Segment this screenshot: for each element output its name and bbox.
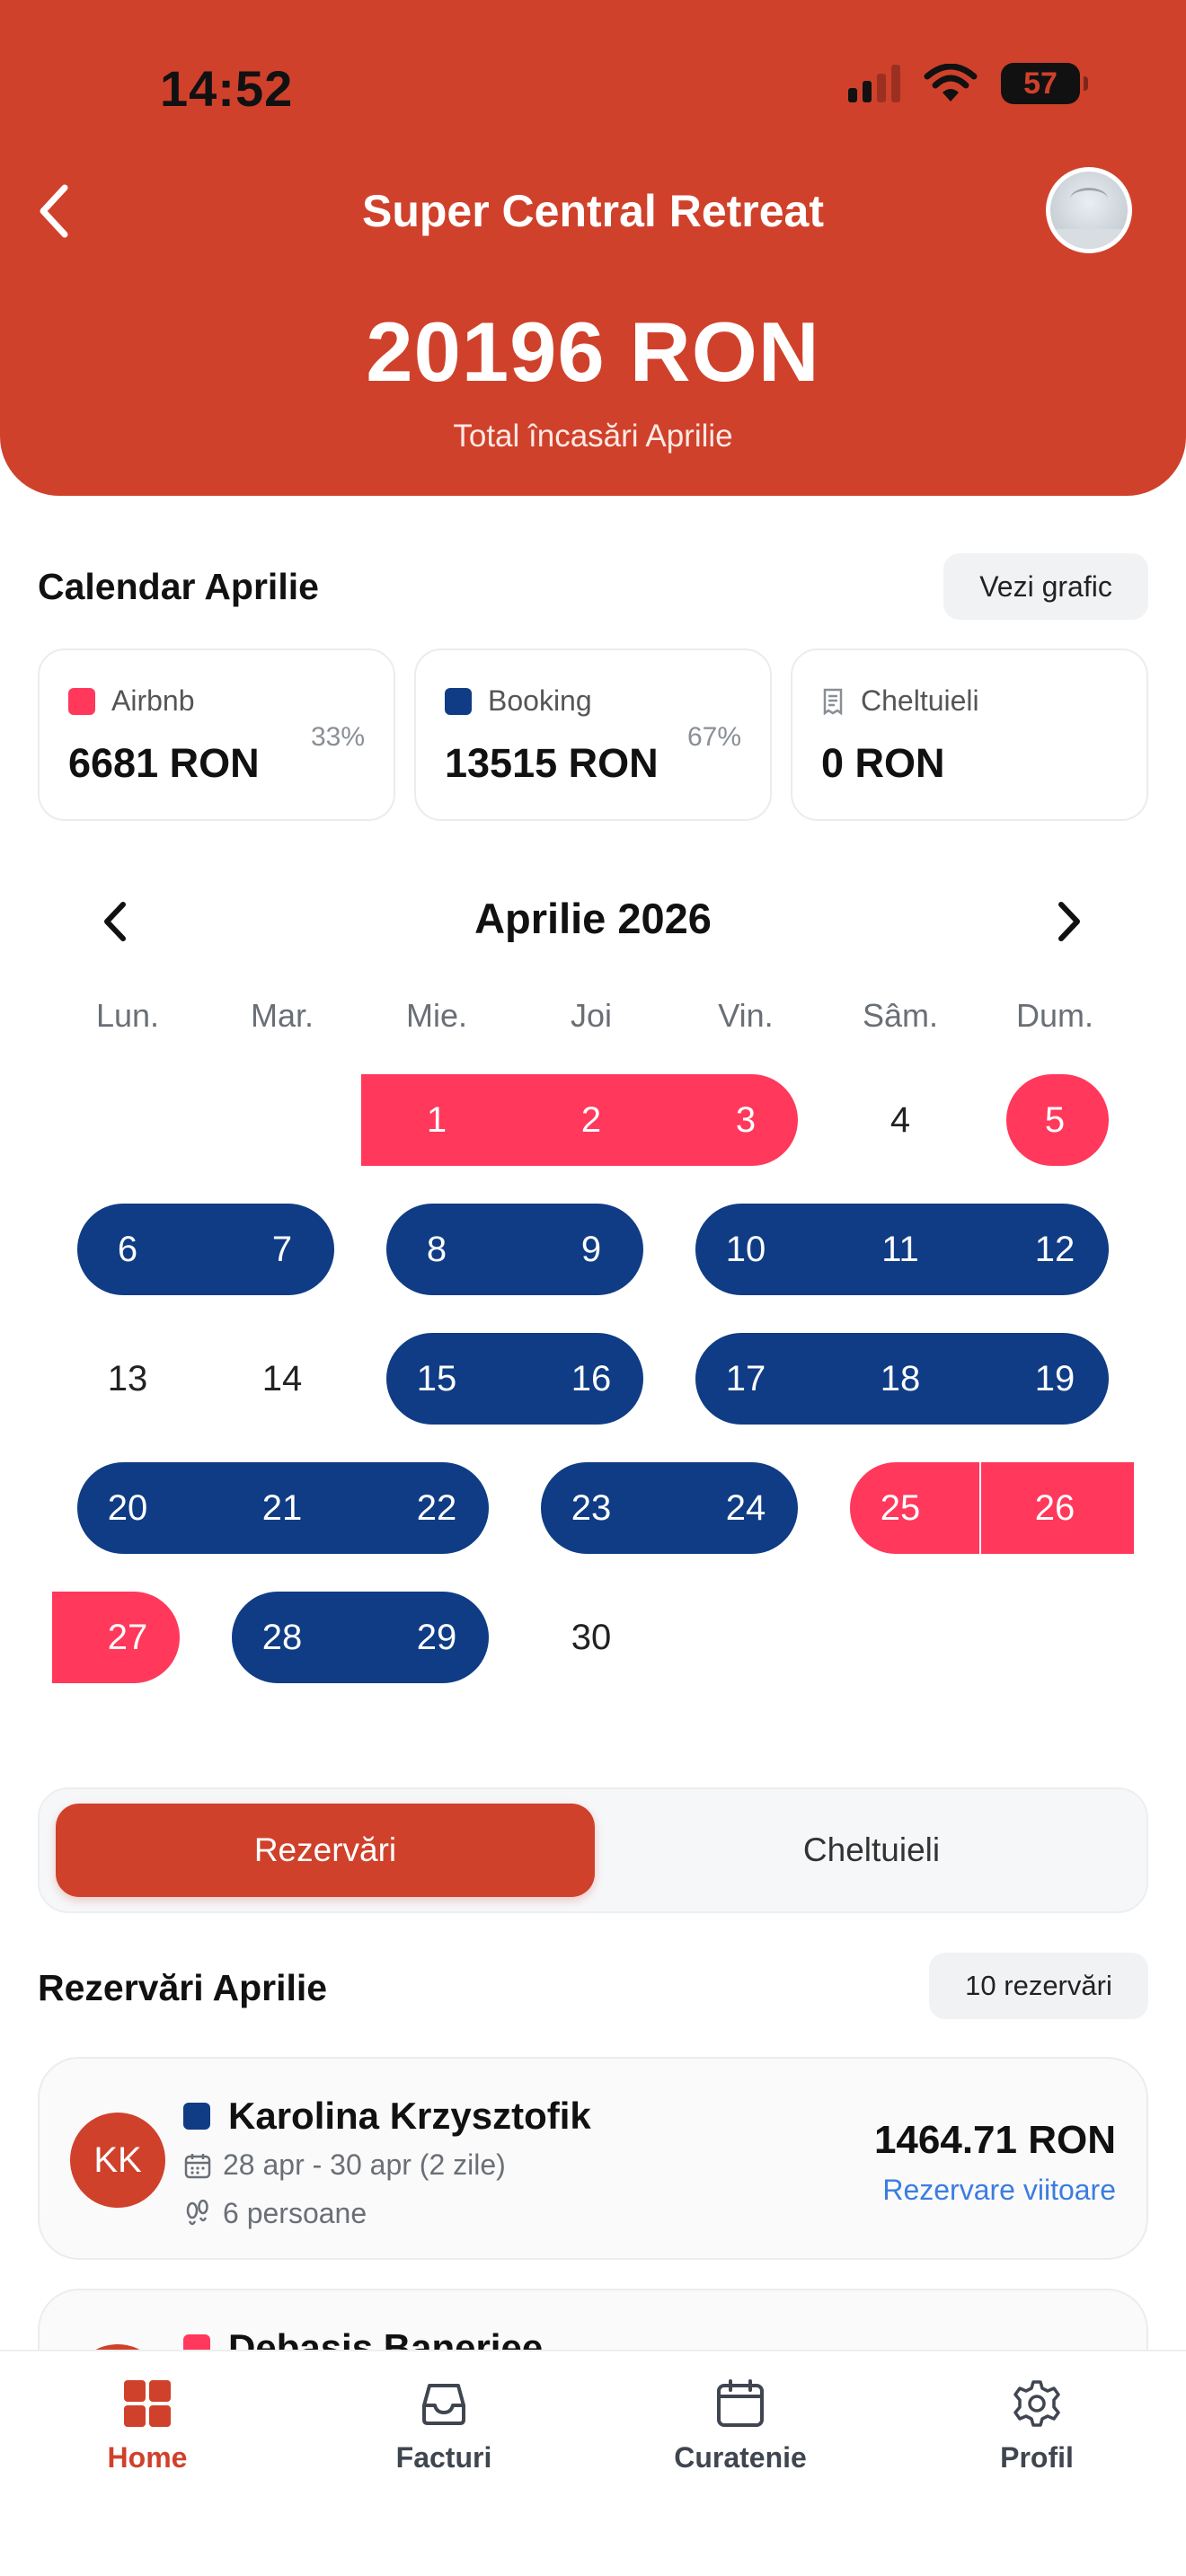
weekday-label: Vin.: [718, 997, 774, 1034]
nav-profile[interactable]: Profil: [947, 2378, 1127, 2475]
weekday-label: Sâm.: [862, 997, 939, 1034]
guest-count: 6 persoane: [223, 2197, 367, 2229]
status-time: 14:52: [160, 60, 294, 117]
bottom-navigation: Home Facturi Curatenie Profil: [0, 2350, 1186, 2576]
calendar-day[interactable]: 19: [978, 1333, 1132, 1425]
calendar-day[interactable]: 4: [823, 1074, 978, 1166]
calendar-day[interactable]: 8: [359, 1204, 514, 1295]
calendar-day[interactable]: 22: [359, 1462, 514, 1554]
calendar-day[interactable]: 17: [668, 1333, 823, 1425]
calendar-day[interactable]: 14: [205, 1333, 359, 1425]
stat-label: Cheltuieli: [861, 684, 979, 717]
reservation-dates: 28 apr - 30 apr (2 zile): [223, 2148, 506, 2181]
calendar-day[interactable]: 7: [205, 1204, 359, 1295]
calendar-day[interactable]: 6: [50, 1204, 205, 1295]
tab-reservations[interactable]: Rezervări: [56, 1804, 595, 1897]
stat-percent: 33%: [310, 722, 365, 752]
header: 14:52 57 Super Central Retreat 20196 RON…: [0, 0, 1186, 496]
calendar-day[interactable]: 28: [205, 1592, 359, 1683]
calendar-day[interactable]: 5: [978, 1074, 1132, 1166]
nav-home[interactable]: Home: [58, 2378, 237, 2475]
stat-percent: 67%: [686, 722, 741, 752]
nav-invoices[interactable]: Facturi: [354, 2378, 534, 2475]
stat-value: 13515 RON: [445, 740, 659, 786]
calendar-day[interactable]: 26: [978, 1462, 1132, 1554]
calendar-day[interactable]: 15: [359, 1333, 514, 1425]
segmented-control: Rezervări Cheltuieli: [38, 1787, 1148, 1913]
stat-card-airbnb[interactable]: Airbnb 6681 RON 33%: [38, 648, 395, 821]
nav-label: Facturi: [395, 2441, 492, 2474]
gear-icon: [1013, 2380, 1060, 2427]
stat-value: 0 RON: [821, 740, 945, 786]
calendar-month-title: Aprilie 2026: [474, 895, 712, 942]
tab-expenses[interactable]: Cheltuieli: [611, 1804, 1132, 1897]
cellular-signal-icon: [848, 65, 900, 102]
calendar-day[interactable]: 9: [514, 1204, 668, 1295]
booking-source-icon: [183, 2103, 210, 2130]
reservation-price: 1464.71 RON: [873, 2118, 1116, 2162]
calendar-small-icon: [184, 2153, 211, 2178]
property-avatar[interactable]: [1046, 167, 1132, 253]
status-icons: 57: [848, 63, 1088, 104]
total-income-amount: 20196 RON: [366, 304, 820, 399]
property-title: Super Central Retreat: [361, 186, 825, 236]
wifi-icon: [924, 64, 978, 101]
calendar-day[interactable]: 10: [668, 1204, 823, 1295]
calendar-day[interactable]: 27: [50, 1592, 205, 1683]
guest-name: Karolina Krzysztofik: [228, 2095, 591, 2137]
footprints-icon: [186, 2199, 208, 2225]
inbox-icon: [422, 2384, 465, 2425]
calendar-day[interactable]: 21: [205, 1462, 359, 1554]
calendar-day[interactable]: 18: [823, 1333, 978, 1425]
stat-card-booking[interactable]: Booking 13515 RON 67%: [414, 648, 772, 821]
weekday-label: Mar.: [250, 997, 314, 1034]
calendar-day[interactable]: 12: [978, 1204, 1132, 1295]
reservations-count-badge: 10 rezervări: [929, 1953, 1148, 2019]
calendar-day[interactable]: 3: [668, 1074, 823, 1166]
stat-value: 6681 RON: [68, 740, 260, 786]
nav-label: Profil: [1000, 2441, 1074, 2474]
chevron-right-icon: [1058, 902, 1080, 941]
calendar-day[interactable]: 11: [823, 1204, 978, 1295]
calendar-day[interactable]: 29: [359, 1592, 514, 1683]
reservation-status[interactable]: Rezervare viitoare: [882, 2174, 1116, 2207]
weekday-label: Joi: [570, 997, 613, 1034]
calendar-section-title: Calendar Aprilie: [38, 566, 319, 607]
calendar-day[interactable]: 25: [823, 1462, 978, 1554]
weekday-label: Dum.: [1015, 997, 1093, 1034]
calendar-day[interactable]: 1: [359, 1074, 514, 1166]
calendar-day[interactable]: 13: [50, 1333, 205, 1425]
next-month-button[interactable]: [1042, 889, 1096, 954]
battery-icon: 57: [1001, 63, 1088, 104]
guest-initials-avatar: KK: [70, 2113, 165, 2208]
calendar-day[interactable]: 30: [514, 1592, 668, 1683]
reservation-card[interactable]: KK Karolina Krzysztofik 28 apr - 30 apr …: [38, 2057, 1148, 2260]
view-chart-button[interactable]: Vezi grafic: [943, 553, 1148, 620]
calendar-day[interactable]: 24: [668, 1462, 823, 1554]
booking-swatch-icon: [445, 687, 472, 715]
airbnb-swatch-icon: [68, 687, 95, 715]
nav-cleaning[interactable]: Curatenie: [651, 2378, 830, 2475]
calendar-day[interactable]: 2: [514, 1074, 668, 1166]
nav-label: Curatenie: [674, 2441, 807, 2474]
receipt-icon: [823, 688, 843, 715]
calendar-icon: [717, 2379, 764, 2427]
total-income-label: Total încasări Aprilie: [453, 419, 733, 454]
reservations-section-title: Rezervări Aprilie: [38, 1967, 328, 2008]
stat-card-expenses[interactable]: Cheltuieli 0 RON: [791, 648, 1148, 821]
stat-label: Booking: [488, 684, 592, 717]
calendar-day[interactable]: 20: [50, 1462, 205, 1554]
stat-label: Airbnb: [111, 684, 195, 717]
calendar-day[interactable]: 16: [514, 1333, 668, 1425]
calendar-day[interactable]: 23: [514, 1462, 668, 1554]
grid-icon: [124, 2380, 171, 2427]
weekday-label: Lun.: [95, 997, 160, 1034]
weekday-label: Mie.: [405, 997, 467, 1034]
nav-label: Home: [107, 2441, 188, 2474]
